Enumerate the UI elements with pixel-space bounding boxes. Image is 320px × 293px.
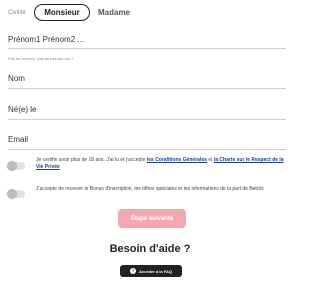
faq-button[interactable]: ? Accéder à la FAQ: [120, 265, 182, 277]
terms-toggle-knob: [7, 161, 17, 171]
email-field[interactable]: Email: [8, 131, 286, 150]
terms-text-mid: et: [206, 157, 214, 163]
terms-toggle[interactable]: [7, 161, 25, 171]
question-circle-icon: ?: [130, 268, 137, 274]
email-label: Email: [8, 135, 29, 144]
terms-conditions-link[interactable]: les Conditions Générales: [147, 157, 207, 163]
terms-consent-text: Je certifie avoir plus de 18 ans. J'ai l…: [36, 157, 286, 171]
bonus-consent-text: J'accepte de recevoir le Bonus d'inscrip…: [36, 186, 265, 192]
help-title: Besoin d'aide ?: [109, 243, 191, 255]
lastname-label: Nom: [8, 74, 25, 83]
firstnames-field[interactable]: Prénom1 Prénom2 ...: [8, 30, 286, 49]
bonus-toggle[interactable]: [7, 189, 25, 199]
firstnames-placeholder: Prénom1 Prénom2 ...: [8, 35, 85, 44]
birthdate-field[interactable]: Né(e) le: [8, 101, 286, 120]
terms-text-before: Je certifie avoir plus de 18 ans. J'ai l…: [36, 157, 147, 163]
civility-monsieur-button[interactable]: Monsieur: [34, 4, 90, 21]
signup-form: Civilité Monsieur Madame Prénom1 Prénom2…: [0, 0, 300, 293]
civility-madame-button[interactable]: Madame: [98, 8, 130, 17]
civility-label: Civilité: [8, 10, 26, 16]
lastname-field[interactable]: Nom: [8, 70, 286, 89]
firstnames-hint: Pas de surnom, pas de pseudo svp !: [8, 56, 73, 61]
bonus-toggle-knob: [7, 189, 17, 199]
civility-monsieur-label: Monsieur: [44, 8, 80, 17]
next-step-label: Étape suivante: [130, 215, 174, 222]
next-step-button[interactable]: Étape suivante: [118, 209, 186, 228]
birthdate-label: Né(e) le: [8, 105, 37, 114]
faq-label: Accéder à la FAQ: [139, 268, 172, 274]
